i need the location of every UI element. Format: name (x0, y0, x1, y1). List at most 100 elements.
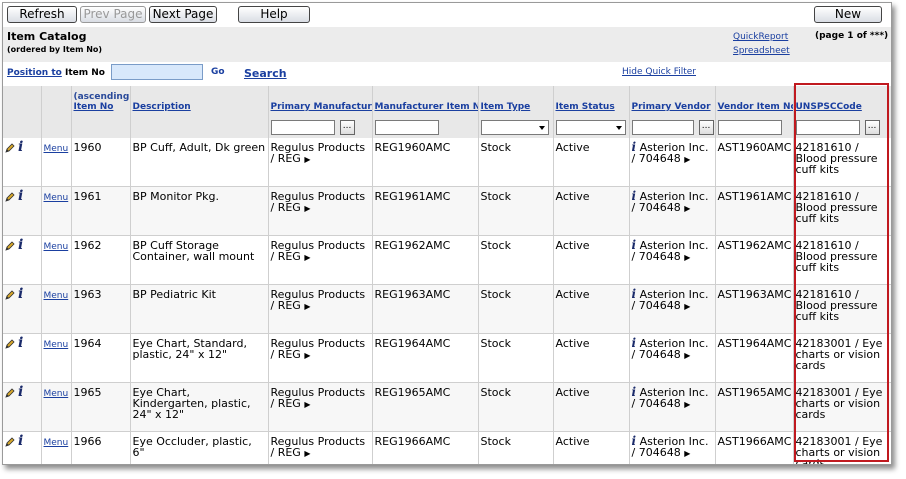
triangle-right-icon[interactable]: ▶ (304, 204, 310, 213)
menu-link[interactable]: Menu (44, 389, 69, 399)
ellipsis-icon[interactable]: ... (339, 119, 355, 135)
item-status-cell: Active (553, 235, 630, 285)
triangle-right-icon[interactable]: ▶ (684, 302, 690, 311)
next-page-button[interactable]: Next Page (149, 6, 217, 23)
vendor-cell: i Asterion Inc. / 704648 ▶ (629, 382, 716, 432)
vendor-cell: i Asterion Inc. / 704648 ▶ (629, 431, 716, 464)
hide-quick-filter-link[interactable]: Hide Quick Filter (622, 67, 696, 77)
unspsc-cell: 42183001 / Eye charts or vision cards (793, 431, 891, 464)
info-icon[interactable]: i (18, 434, 23, 448)
filter-vendor-item-cell (715, 114, 794, 138)
vendor-filter-input[interactable] (631, 119, 694, 135)
item-type-column-link[interactable]: Item Type (481, 102, 531, 112)
position-input[interactable] (111, 64, 203, 80)
menu-link[interactable]: Menu (44, 291, 69, 301)
vendor-text: Asterion Inc. / 704648 (631, 239, 709, 263)
item-type-cell: Stock (478, 431, 554, 464)
header-item-status[interactable]: Item Status (553, 86, 630, 114)
refresh-button[interactable]: Refresh (7, 6, 77, 23)
info-icon[interactable]: i (18, 189, 23, 203)
table-row[interactable]: i Menu 1965 Eye Chart, Kindergarten, pla… (3, 382, 891, 432)
mfr-item-no-cell: REG1961AMC (372, 186, 479, 236)
help-button[interactable]: Help (238, 6, 310, 23)
description-column-link[interactable]: Description (133, 102, 191, 112)
pencil-icon[interactable] (5, 241, 15, 251)
position-to-link[interactable]: Position to (7, 68, 62, 78)
table-row[interactable]: i Menu 1964 Eye Chart, Standard, plastic… (3, 333, 891, 383)
header-description[interactable]: Description (130, 86, 269, 114)
quick-report-link[interactable]: QuickReport (733, 32, 788, 42)
header-item-type[interactable]: Item Type (478, 86, 554, 114)
unspsc-filter-input[interactable] (795, 119, 860, 135)
info-icon[interactable]: i (18, 287, 23, 301)
go-button[interactable]: Go (211, 67, 225, 77)
info-icon[interactable]: i (18, 336, 23, 350)
spreadsheet-link[interactable]: Spreadsheet (733, 46, 790, 56)
table-row[interactable]: i Menu 1962 BP Cuff Storage Container, w… (3, 235, 891, 285)
ellipsis-icon[interactable]: ... (864, 119, 880, 135)
header-primary-manufacturer[interactable]: Primary Manufacturer (268, 86, 373, 114)
item-type-cell: Stock (478, 382, 554, 432)
table-row[interactable]: i Menu 1963 BP Pediatric Kit Regulus Pro… (3, 284, 891, 334)
menu-link[interactable]: Menu (44, 242, 69, 252)
triangle-right-icon[interactable]: ▶ (304, 449, 310, 458)
menu-link[interactable]: Menu (44, 438, 69, 448)
triangle-right-icon[interactable]: ▶ (304, 155, 310, 164)
info-icon[interactable]: i (18, 140, 23, 154)
pencil-icon[interactable] (5, 143, 15, 153)
item-type-filter-select[interactable] (480, 119, 549, 135)
vendor-item-no-filter-input[interactable] (717, 119, 782, 135)
prev-page-button[interactable]: Prev Page (80, 6, 146, 23)
position-label: Position to Item No (7, 68, 105, 78)
unspsc-cell: 42181610 / Blood pressure cuff kits (793, 235, 891, 285)
page-indicator: (page 1 of ***) (815, 31, 889, 41)
info-icon[interactable]: i (18, 385, 23, 399)
vendor-text: Asterion Inc. / 704648 (631, 435, 709, 459)
ellipsis-icon[interactable]: ... (698, 119, 714, 135)
item-status-column-link[interactable]: Item Status (556, 102, 615, 112)
triangle-right-icon[interactable]: ▶ (304, 400, 310, 409)
item-no-column-link[interactable]: Item No (74, 102, 114, 112)
triangle-right-icon[interactable]: ▶ (684, 204, 690, 213)
pencil-icon[interactable] (5, 437, 15, 447)
pencil-icon[interactable] (5, 388, 15, 398)
primary-manufacturer-column-link[interactable]: Primary Manufacturer (271, 102, 372, 112)
pencil-icon[interactable] (5, 192, 15, 202)
pencil-icon[interactable] (5, 290, 15, 300)
header-vendor-item-no[interactable]: Vendor Item No (715, 86, 794, 114)
header-manufacturer-item-no[interactable]: Manufacturer Item No (372, 86, 479, 114)
table-row[interactable]: i Menu 1966 Eye Occluder, plastic, 6" Re… (3, 431, 891, 464)
header-primary-vendor[interactable]: Primary Vendor (629, 86, 716, 114)
header-unspsc-code[interactable]: UNSPSCCode (793, 86, 891, 114)
table-row[interactable]: i Menu 1960 BP Cuff, Adult, Dk green Reg… (3, 138, 891, 187)
item-status-filter-select[interactable] (555, 119, 626, 135)
triangle-right-icon[interactable]: ▶ (684, 253, 690, 262)
mfr-item-no-cell: REG1962AMC (372, 235, 479, 285)
item-no-cell: 1963 (71, 284, 131, 334)
menu-link[interactable]: Menu (44, 144, 69, 154)
item-no-cell: 1960 (71, 138, 131, 187)
primary-vendor-column-link[interactable]: Primary Vendor (632, 102, 711, 112)
header-item-no[interactable]: (ascending) Item No (71, 86, 131, 114)
info-icon[interactable]: i (18, 238, 23, 252)
menu-link[interactable]: Menu (44, 340, 69, 350)
triangle-right-icon[interactable]: ▶ (304, 302, 310, 311)
triangle-right-icon[interactable]: ▶ (684, 351, 690, 360)
manufacturer-filter-input[interactable] (270, 119, 335, 135)
triangle-right-icon[interactable]: ▶ (304, 253, 310, 262)
new-button[interactable]: New (814, 6, 882, 23)
unspsc-code-column-link[interactable]: UNSPSCCode (796, 102, 862, 112)
vendor-item-no-column-link[interactable]: Vendor Item No (718, 102, 793, 112)
pencil-icon[interactable] (5, 339, 15, 349)
manufacturer-item-no-column-link[interactable]: Manufacturer Item No (375, 102, 478, 112)
triangle-right-icon[interactable]: ▶ (684, 400, 690, 409)
menu-link[interactable]: Menu (44, 193, 69, 203)
search-link[interactable]: Search (244, 67, 287, 80)
triangle-right-icon[interactable]: ▶ (684, 155, 690, 164)
filter-empty-2 (41, 114, 72, 138)
triangle-right-icon[interactable]: ▶ (684, 449, 690, 458)
table-row[interactable]: i Menu 1961 BP Monitor Pkg. Regulus Prod… (3, 186, 891, 236)
manufacturer-item-no-filter-input[interactable] (374, 119, 439, 135)
description-cell: Eye Chart, Kindergarten, plastic, 24" x … (130, 382, 269, 432)
triangle-right-icon[interactable]: ▶ (304, 351, 310, 360)
